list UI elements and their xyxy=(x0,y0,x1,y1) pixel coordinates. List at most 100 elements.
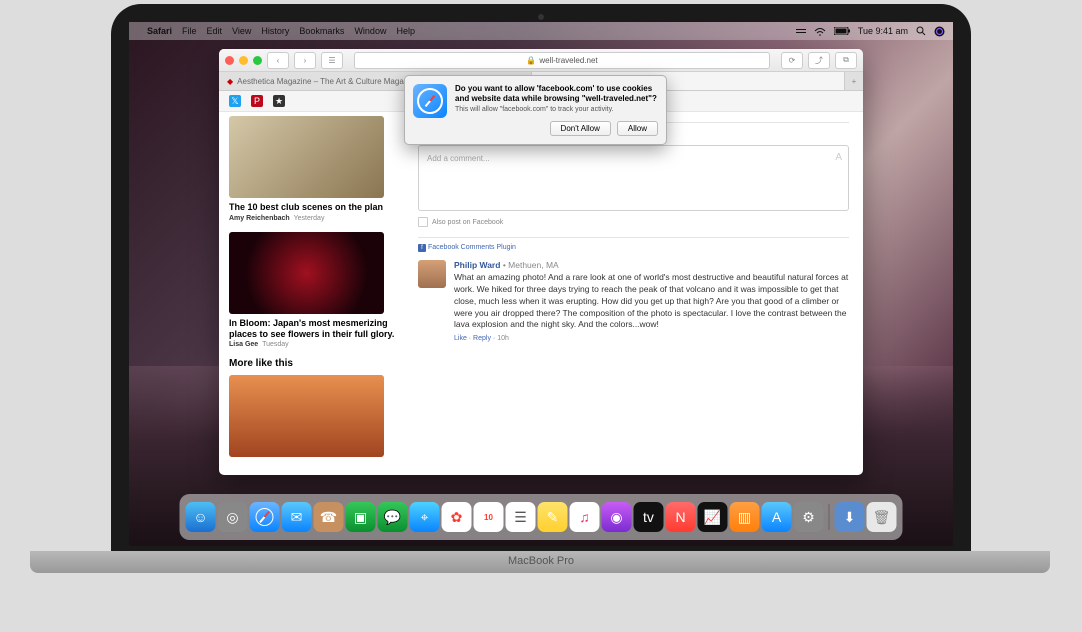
address-text: well-traveled.net xyxy=(539,56,597,65)
macos-dock: ☺ ◎ ✉ ☎ ▣ 💬 ⌖ ✿ 10 ☰ ✎ ♫ ◉ tv N 📈 ▥ A ⚙ xyxy=(180,494,903,540)
checkbox-icon[interactable] xyxy=(418,217,428,227)
close-window-button[interactable] xyxy=(225,56,234,65)
laptop-device-frame: Safari File Edit View History Bookmarks … xyxy=(0,0,1082,632)
divider xyxy=(418,237,849,238)
minimize-window-button[interactable] xyxy=(239,56,248,65)
tabs-button[interactable]: ⧉ xyxy=(835,52,857,69)
screen-bezel: Safari File Edit View History Bookmarks … xyxy=(111,4,971,552)
allow-button[interactable]: Allow xyxy=(617,121,658,136)
menu-window[interactable]: Window xyxy=(354,26,386,36)
books-dock-icon[interactable]: ▥ xyxy=(730,502,760,532)
also-post-option[interactable]: Also post on Facebook xyxy=(418,217,849,227)
page-content: The 10 best club scenes on the plan Amy … xyxy=(219,112,863,475)
desktop-screen: Safari File Edit View History Bookmarks … xyxy=(129,22,953,546)
article-headline: The 10 best club scenes on the plan xyxy=(229,202,404,213)
also-post-label: Also post on Facebook xyxy=(432,219,503,226)
safari-dock-icon[interactable] xyxy=(250,502,280,532)
new-tab-button[interactable]: + xyxy=(845,72,863,90)
macos-menubar: Safari File Edit View History Bookmarks … xyxy=(129,22,953,40)
photos-dock-icon[interactable]: ✿ xyxy=(442,502,472,532)
comment-location: • Methuen, MA xyxy=(503,260,559,270)
dialog-title: Do you want to allow 'facebook.com' to u… xyxy=(455,84,658,103)
privacy-permission-dialog: Do you want to allow 'facebook.com' to u… xyxy=(404,75,667,145)
calendar-dock-icon[interactable]: 10 xyxy=(474,502,504,532)
launchpad-dock-icon[interactable]: ◎ xyxy=(218,502,248,532)
contacts-dock-icon[interactable]: ☎ xyxy=(314,502,344,532)
sidebar-article[interactable]: The 10 best club scenes on the plan Amy … xyxy=(229,116,404,222)
article-byline: Amy Reichenbach Yesterday xyxy=(229,215,404,222)
wifi-icon[interactable] xyxy=(814,27,826,36)
avatar[interactable] xyxy=(418,260,446,288)
lock-icon: 🔒 xyxy=(526,56,536,65)
sidebar-toggle-button[interactable]: ☰ xyxy=(321,52,343,69)
article-headline: In Bloom: Japan's most mesmerizing place… xyxy=(229,318,404,340)
window-titlebar[interactable]: ‹ › ☰ 🔒 well-traveled.net ⟳ ⤴ ⧉ xyxy=(219,49,863,72)
menu-file[interactable]: File xyxy=(182,26,197,36)
tab-favicon-icon: ◆ xyxy=(227,77,233,86)
comment-actions[interactable]: Like · Reply · 10h xyxy=(454,334,849,344)
menu-bookmarks[interactable]: Bookmarks xyxy=(299,26,344,36)
comment-input[interactable]: Add a comment... A xyxy=(418,145,849,211)
facebook-icon: f xyxy=(418,244,426,252)
podcasts-dock-icon[interactable]: ◉ xyxy=(602,502,632,532)
menu-help[interactable]: Help xyxy=(396,26,415,36)
finder-dock-icon[interactable]: ☺ xyxy=(186,502,216,532)
article-thumbnail xyxy=(229,232,384,314)
safari-app-icon xyxy=(413,84,447,118)
music-dock-icon[interactable]: ♫ xyxy=(570,502,600,532)
fullscreen-window-button[interactable] xyxy=(253,56,262,65)
menubar-clock[interactable]: Tue 9:41 am xyxy=(858,26,908,36)
dock-separator xyxy=(829,504,830,530)
spotlight-icon[interactable] xyxy=(916,26,926,36)
menu-history[interactable]: History xyxy=(261,26,289,36)
app-name[interactable]: Safari xyxy=(147,26,172,36)
comment-body: What an amazing photo! And a rare look a… xyxy=(454,272,849,331)
sidebar-column: The 10 best club scenes on the plan Amy … xyxy=(219,112,414,475)
bookmark-favorite-icon[interactable]: ★ xyxy=(273,95,285,107)
reload-button[interactable]: ⟳ xyxy=(781,52,803,69)
stocks-dock-icon[interactable]: 📈 xyxy=(698,502,728,532)
forward-button[interactable]: › xyxy=(294,52,316,69)
control-center-icon[interactable] xyxy=(796,27,806,35)
sidebar-article[interactable]: In Bloom: Japan's most mesmerizing place… xyxy=(229,232,404,349)
mail-dock-icon[interactable]: ✉ xyxy=(282,502,312,532)
back-button[interactable]: ‹ xyxy=(267,52,289,69)
menu-view[interactable]: View xyxy=(232,26,251,36)
dont-allow-button[interactable]: Don't Allow xyxy=(550,121,611,136)
twitter-favorite-icon[interactable]: 𝕏 xyxy=(229,95,241,107)
comment-header: Philip Ward • Methuen, MA xyxy=(454,260,849,272)
maps-dock-icon[interactable]: ⌖ xyxy=(410,502,440,532)
reminders-dock-icon[interactable]: ☰ xyxy=(506,502,536,532)
notes-dock-icon[interactable]: ✎ xyxy=(538,502,568,532)
article-byline: Lisa Gee Tuesday xyxy=(229,341,404,348)
more-like-this-heading: More like this xyxy=(229,358,404,369)
trash-dock-icon[interactable]: 🗑 xyxy=(867,502,897,532)
camera-notch xyxy=(538,14,544,20)
article-thumbnail[interactable] xyxy=(229,375,384,457)
tab-label: Aesthetica Magazine – The Art & Culture … xyxy=(237,77,418,86)
share-button[interactable]: ⤴ xyxy=(808,52,830,69)
battery-icon[interactable] xyxy=(834,27,850,35)
laptop-model-label: MacBook Pro xyxy=(508,555,574,567)
comment-placeholder: Add a comment... xyxy=(427,154,490,163)
menu-edit[interactable]: Edit xyxy=(207,26,223,36)
dialog-subtitle: This will allow "facebook.com" to track … xyxy=(455,106,658,113)
tv-dock-icon[interactable]: tv xyxy=(634,502,664,532)
comment-author[interactable]: Philip Ward xyxy=(454,260,500,270)
downloads-dock-icon[interactable]: ⬇ xyxy=(835,502,865,532)
article-thumbnail xyxy=(229,116,384,198)
messages-dock-icon[interactable]: 💬 xyxy=(378,502,408,532)
news-dock-icon[interactable]: N xyxy=(666,502,696,532)
pinterest-favorite-icon[interactable]: P xyxy=(251,95,263,107)
main-column: 4 Comments Add a comment... A Also post … xyxy=(414,112,863,475)
appstore-dock-icon[interactable]: A xyxy=(762,502,792,532)
compass-icon xyxy=(417,88,443,114)
autofill-badge-icon: A xyxy=(835,152,842,163)
siri-icon[interactable] xyxy=(934,26,945,37)
traffic-lights xyxy=(225,56,262,65)
address-bar[interactable]: 🔒 well-traveled.net xyxy=(354,52,770,69)
facetime-dock-icon[interactable]: ▣ xyxy=(346,502,376,532)
comment-item: Philip Ward • Methuen, MA What an amazin… xyxy=(418,260,849,344)
settings-dock-icon[interactable]: ⚙ xyxy=(794,502,824,532)
fb-comments-plugin-link[interactable]: fFacebook Comments Plugin xyxy=(418,244,849,252)
